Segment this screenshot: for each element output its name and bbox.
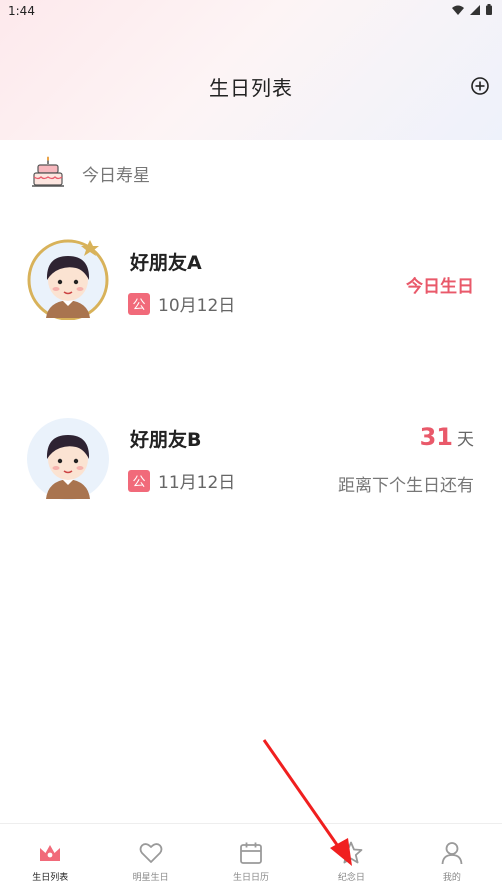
user-icon <box>441 842 463 865</box>
nav-item-birthday-list[interactable]: 生日列表 <box>0 824 100 894</box>
birthday-date: 公 10月12日 <box>128 291 235 316</box>
days-unit: 天 <box>457 430 474 450</box>
nav-item-birthday-calendar[interactable]: 生日日历 <box>201 824 301 894</box>
friend-name: 好朋友A <box>130 252 202 274</box>
crown-icon <box>40 845 61 861</box>
nav-label: 我的 <box>442 873 461 883</box>
nav-label: 生日日历 <box>233 873 270 883</box>
nav-item-anniversary[interactable]: 纪念日 <box>301 824 401 894</box>
calendar-icon <box>240 842 262 864</box>
signal-icon <box>470 4 480 15</box>
friend-name: 好朋友B <box>130 429 202 451</box>
nav-label: 明星生日 <box>132 873 169 883</box>
calendar-type-badge: 公 <box>128 469 150 492</box>
avatar <box>27 239 109 320</box>
page-title: 生日列表 <box>209 76 293 100</box>
date-text: 11月12日 <box>158 473 236 493</box>
add-birthday-button[interactable] <box>470 76 490 96</box>
friend-row[interactable]: 好朋友A 公 10月12日 今日生日 <box>0 236 502 336</box>
date-text: 10月12日 <box>158 296 236 316</box>
today-birthday-section: 今日寿星 <box>30 155 150 191</box>
cake-icon <box>32 156 64 187</box>
nav-label: 纪念日 <box>337 873 365 883</box>
nav-item-celebrity-birthdays[interactable]: 明星生日 <box>100 824 200 894</box>
star-icon <box>340 841 363 864</box>
status-bar: 1:44 <box>0 0 502 22</box>
nav-label: 生日列表 <box>32 873 69 883</box>
birthday-date: 公 11月12日 <box>128 468 235 493</box>
days-number: 31 <box>419 423 453 451</box>
status-icons <box>452 4 492 15</box>
section-title: 今日寿星 <box>82 165 150 186</box>
nav-item-profile[interactable]: 我的 <box>402 824 502 894</box>
avatar <box>27 418 109 500</box>
calendar-type-badge: 公 <box>128 292 150 315</box>
countdown-label: 距离下个生日还有 <box>338 476 474 496</box>
friend-row[interactable]: 好朋友B 公 11月12日 31 天 距离下个生日还有 <box>0 413 502 513</box>
status-time: 1:44 <box>8 4 35 18</box>
battery-icon <box>486 4 492 15</box>
bottom-nav: 生日列表 明星生日 生日日历 纪念日 我的 <box>0 823 502 894</box>
heart-icon <box>139 843 163 863</box>
wifi-icon <box>452 5 464 15</box>
days-remaining: 31 天 <box>420 423 474 451</box>
today-birthday-label: 今日生日 <box>406 277 474 297</box>
